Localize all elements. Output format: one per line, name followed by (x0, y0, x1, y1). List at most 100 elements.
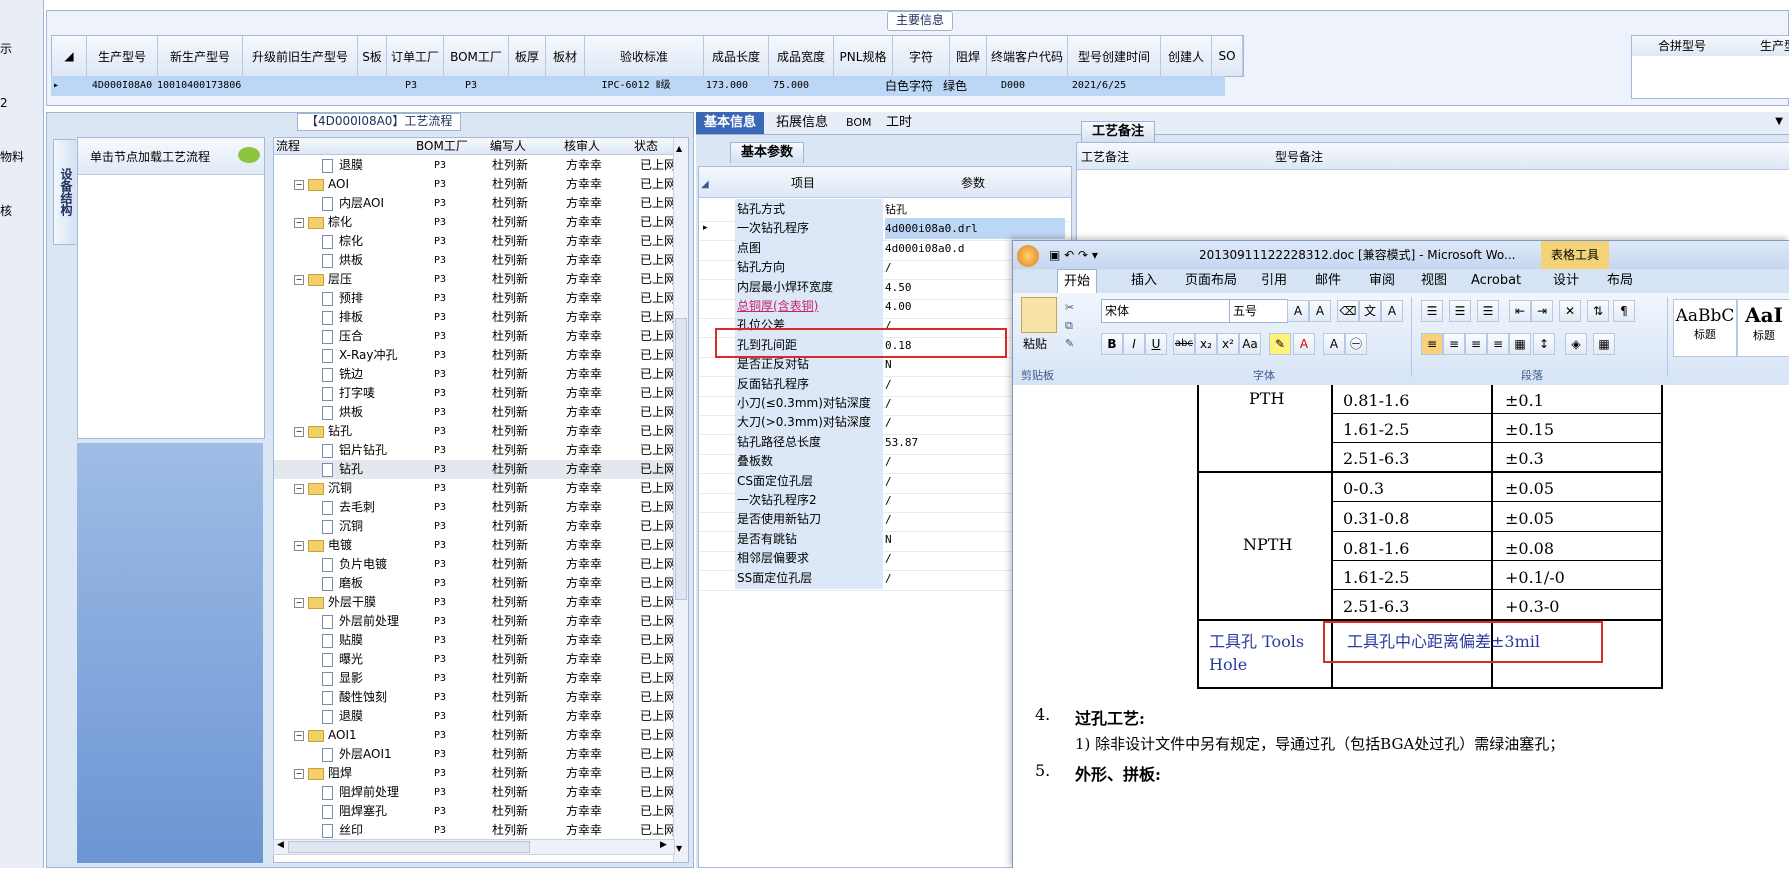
tab-extended-info[interactable]: 拓展信息 (768, 112, 836, 134)
table-cell[interactable]: +0.1/-0 (1505, 568, 1565, 587)
tree-node[interactable]: 外层AOI1 (322, 745, 392, 764)
table-cell[interactable] (503, 76, 539, 96)
collapse-icon[interactable]: − (294, 483, 304, 494)
column-header[interactable]: 新生产型号 (158, 36, 243, 76)
tree-node[interactable]: 阻焊塞孔 (322, 802, 387, 821)
column-header[interactable]: 核审人 (564, 138, 600, 154)
tree-node[interactable]: 退膜 (322, 707, 363, 726)
column-header[interactable]: 成品长度 (704, 36, 769, 76)
tree-row[interactable]: 棕化 P3 杜列新 方幸幸 已上网 (274, 232, 676, 251)
column-header[interactable]: 编写人 (490, 138, 526, 154)
table-cell[interactable]: ±0.3 (1505, 449, 1544, 468)
column-header[interactable]: 状态 (634, 138, 658, 154)
column-header[interactable]: 升级前旧生产型号 (243, 36, 358, 76)
tree-node[interactable]: − 电镀 (294, 536, 352, 555)
tree-row[interactable]: 去毛刺 P3 杜列新 方幸幸 已上网 (274, 498, 676, 517)
tree-row[interactable]: − 棕化 P3 杜列新 方幸幸 已上网 (274, 213, 676, 232)
table-cell[interactable]: 0.31-0.8 (1343, 509, 1409, 528)
table-cell[interactable] (1195, 76, 1225, 96)
ribbon-tab-layout[interactable]: 页面布局 (1185, 269, 1237, 293)
tree-row[interactable]: 排板 P3 杜列新 方幸幸 已上网 (274, 308, 676, 327)
param-value[interactable]: / (885, 412, 892, 433)
ribbon-tab-design[interactable]: 设计 (1553, 269, 1579, 293)
tree-node[interactable]: 显影 (322, 669, 363, 688)
tree-row[interactable]: 退膜 P3 杜列新 方幸幸 已上网 (274, 707, 676, 726)
column-header[interactable]: 成品宽度 (769, 36, 834, 76)
column-header[interactable]: SO (1212, 36, 1243, 76)
align-center-icon[interactable]: ≡ (1443, 333, 1465, 355)
collapse-icon[interactable]: − (294, 768, 304, 779)
phonetic-icon[interactable]: 文 (1359, 300, 1381, 322)
tree-node[interactable]: 钻孔 (322, 460, 363, 479)
show-marks-icon[interactable]: ¶ (1613, 300, 1635, 322)
tree-row[interactable]: 贴膜 P3 杜列新 方幸幸 已上网 (274, 631, 676, 650)
table-cell[interactable] (823, 76, 881, 96)
equipment-structure-tab[interactable]: 设备结构 (53, 139, 76, 245)
font-name-select[interactable]: 宋体 (1101, 299, 1232, 323)
column-header[interactable]: 项目 (791, 174, 815, 191)
tree-node[interactable]: X-Ray冲孔 (322, 346, 397, 365)
tree-node[interactable]: 预排 (322, 289, 363, 308)
table-cell[interactable]: 白色字符 (881, 76, 937, 96)
office-button-icon[interactable] (1017, 245, 1039, 267)
tree-node[interactable]: 磨板 (322, 574, 363, 593)
superscript-icon[interactable]: x² (1217, 333, 1239, 355)
table-cell[interactable]: 10010400173806 (157, 76, 241, 96)
column-header[interactable]: 创建人 (1161, 36, 1212, 76)
multilevel-list-icon[interactable]: ☰ (1477, 300, 1499, 322)
tree-node[interactable]: − 阻焊 (294, 764, 352, 783)
ribbon-tab-table-layout[interactable]: 布局 (1607, 269, 1633, 293)
tree-node[interactable]: 去毛刺 (322, 498, 375, 517)
tree-node[interactable]: 铣边 (322, 365, 363, 384)
tree-node[interactable]: 贴膜 (322, 631, 363, 650)
node-hint-bar[interactable]: 单击节点加载工艺流程 (78, 138, 264, 175)
style-heading-2[interactable]: AaI 标题 (1737, 299, 1789, 357)
tree-node[interactable]: 曝光 (322, 650, 363, 669)
tree-row[interactable]: − 阻焊 P3 杜列新 方幸幸 已上网 (274, 764, 676, 783)
grow-font-icon[interactable]: A (1287, 300, 1309, 322)
tree-row[interactable]: 退膜 P3 杜列新 方幸幸 已上网 (274, 156, 676, 175)
table-tools-tab[interactable]: 表格工具 (1541, 241, 1610, 269)
tab-bom[interactable]: BOM (838, 112, 880, 134)
column-header[interactable]: 型号创建时间 (1068, 36, 1161, 76)
tree-horizontal-scrollbar[interactable]: ◀ ▶ (273, 839, 675, 855)
sort-icon[interactable]: ⇅ (1587, 300, 1609, 322)
scroll-right-icon[interactable]: ▶ (660, 840, 667, 850)
table-cell[interactable]: 1.61-2.5 (1343, 568, 1409, 587)
scroll-up-icon[interactable]: ▲ (676, 144, 682, 153)
tree-node[interactable]: 烘板 (322, 251, 363, 270)
param-value[interactable]: / (885, 374, 892, 395)
param-value[interactable]: / (885, 509, 892, 530)
tree-node[interactable]: 外层前处理 (322, 612, 399, 631)
column-header[interactable]: 字符 (893, 36, 950, 76)
table-cell[interactable]: 0.81-1.6 (1343, 539, 1409, 558)
tree-row[interactable]: 内层AOI P3 杜列新 方幸幸 已上网 (274, 194, 676, 213)
tree-node[interactable]: 烘板 (322, 403, 363, 422)
ribbon-tab-review[interactable]: 审阅 (1369, 269, 1395, 293)
param-value[interactable]: 53.87 (885, 432, 918, 453)
tree-row[interactable]: 打字唛 P3 杜列新 方幸幸 已上网 (274, 384, 676, 403)
collapse-icon[interactable]: − (294, 217, 304, 228)
column-header[interactable]: 阻焊 (950, 36, 987, 76)
table-cell[interactable]: ±0.15 (1505, 420, 1554, 439)
tree-node[interactable]: 内层AOI (322, 194, 384, 213)
param-value[interactable]: 4.50 (885, 277, 912, 298)
tree-row[interactable]: 铝片钻孔 P3 杜列新 方幸幸 已上网 (274, 441, 676, 460)
tree-node[interactable]: 棕化 (322, 232, 363, 251)
tree-row[interactable]: 钻孔 P3 杜列新 方幸幸 已上网 (274, 460, 676, 479)
tab-process-notes[interactable]: 工艺备注 (1081, 121, 1156, 142)
table-cell[interactable] (539, 76, 577, 96)
tree-node[interactable]: 沉铜 (322, 517, 363, 536)
tree-node[interactable]: 阻焊前处理 (322, 783, 399, 802)
table-cell[interactable]: 1.61-2.5 (1343, 420, 1409, 439)
tree-node[interactable]: − AOI1 (294, 726, 357, 745)
clipboard-icons[interactable]: ✂ ⧉ ✎ (1065, 299, 1074, 353)
column-header[interactable]: 生产型号 (87, 36, 158, 76)
column-header[interactable]: PNL规格 (834, 36, 893, 76)
char-border-icon[interactable]: A (1381, 300, 1403, 322)
left-nav-item[interactable]: 核 (0, 202, 12, 219)
table-cell[interactable]: 2.51-6.3 (1343, 449, 1409, 468)
tab-work-hours[interactable]: 工时 (878, 112, 920, 134)
font-color-icon[interactable]: A (1293, 333, 1315, 355)
table-cell[interactable]: 2021/6/25 (1053, 76, 1145, 96)
